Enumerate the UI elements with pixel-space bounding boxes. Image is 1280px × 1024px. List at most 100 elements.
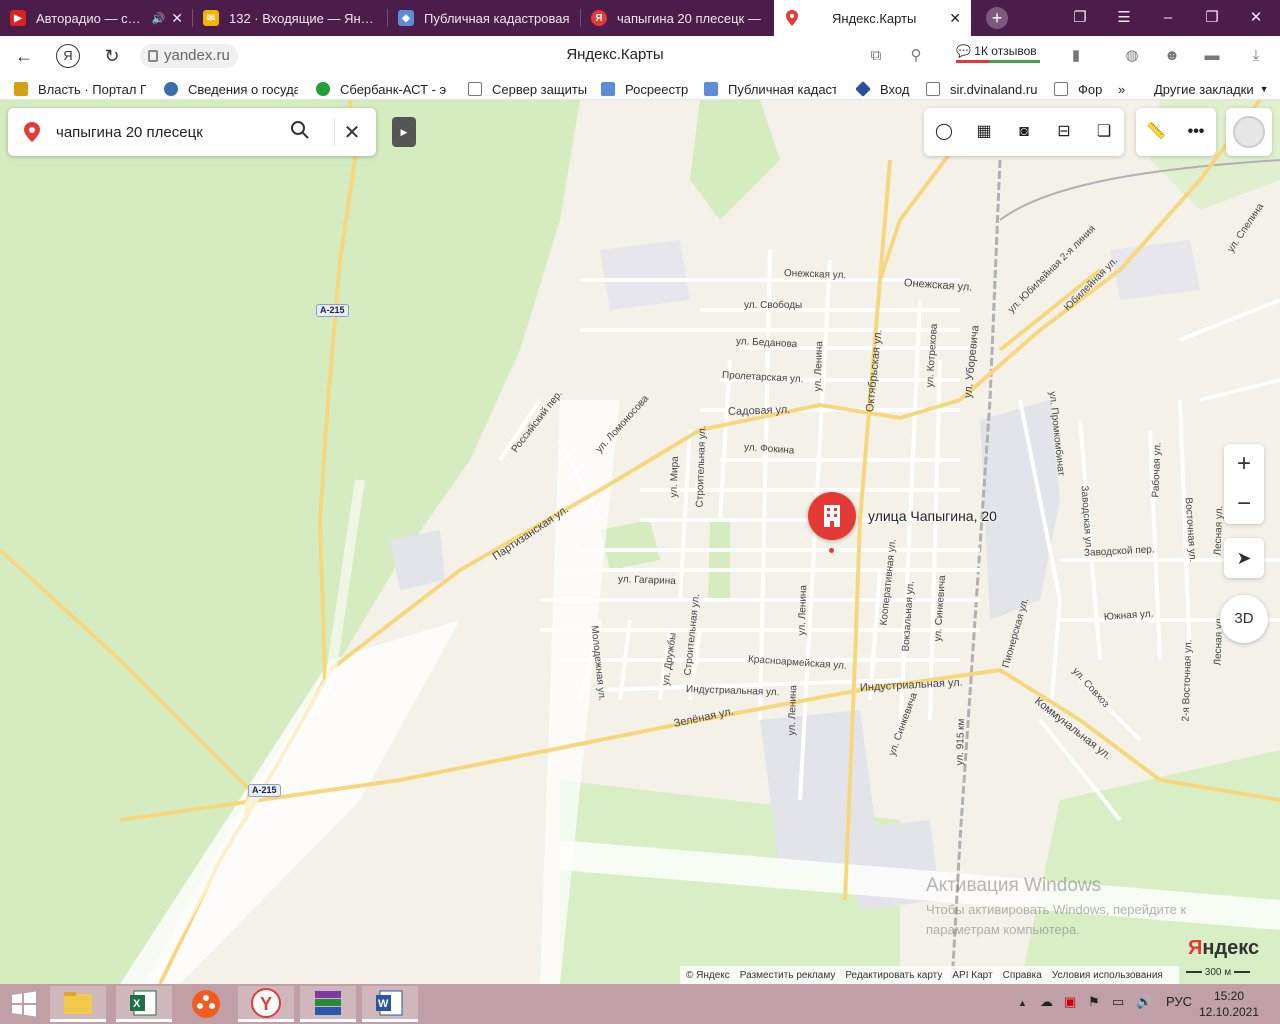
tab-yandex-search[interactable]: Я чапыгина 20 плесецк —	[581, 0, 774, 36]
mail-icon: ✉	[203, 10, 219, 26]
bookmark-item[interactable]: Сбербанк-АСТ - э	[316, 80, 450, 98]
language-indicator[interactable]: РУС	[1166, 994, 1192, 1009]
bookmark-item[interactable]: Сервер защиты	[468, 80, 588, 98]
yandex-home-icon[interactable]: Я	[56, 44, 80, 68]
bookmark-item[interactable]: Сведения о госуда	[164, 80, 298, 98]
zoom-out-button[interactable]: −	[1224, 484, 1264, 524]
zoom-in-button[interactable]: +	[1224, 444, 1264, 484]
download-icon[interactable]: ⤓	[1244, 44, 1268, 68]
close-icon[interactable]: ✕	[1234, 0, 1278, 36]
clear-search-close-icon[interactable]: ✕	[339, 120, 365, 146]
camera-icon[interactable]: ◙	[1012, 120, 1036, 144]
other-bookmarks-button[interactable]: Другие закладки ▼	[1154, 80, 1270, 98]
building-block	[1110, 240, 1200, 300]
road-badge: A-215	[248, 784, 281, 797]
zoom-control: + −	[1224, 444, 1264, 524]
forest-area	[708, 520, 730, 600]
tab-close-icon[interactable]: ✕	[171, 10, 183, 27]
vpn-globe-icon[interactable]: ◍	[1120, 44, 1144, 68]
user-avatar-button[interactable]	[1226, 108, 1272, 156]
transport-bus-icon[interactable]: ⊟	[1052, 120, 1076, 144]
rosreestr-icon	[601, 82, 615, 96]
word-icon[interactable]: W	[362, 986, 418, 1022]
marker-address-label[interactable]: улица Чапыгина, 20	[868, 508, 997, 524]
flag-icon[interactable]: ⚑	[1088, 994, 1100, 1010]
media-player-icon[interactable]	[178, 986, 234, 1022]
3d-button[interactable]: 3D	[1220, 595, 1268, 643]
footer-link-terms[interactable]: Условия использования	[1052, 970, 1163, 981]
extension-icon[interactable]: ☻	[1160, 44, 1184, 68]
street-label: ул. Мира	[668, 456, 681, 498]
my-location-arrow-icon[interactable]: ➤	[1224, 538, 1264, 578]
map-tools-toolbar: 📏 •••	[1136, 108, 1216, 156]
more-options-icon[interactable]: •••	[1184, 120, 1208, 144]
excel-icon[interactable]: X	[116, 986, 172, 1022]
ruler-icon[interactable]: 📏	[1144, 120, 1168, 144]
road-badge: A-215	[316, 304, 349, 317]
footer-link-help[interactable]: Справка	[1003, 970, 1042, 981]
search-icon[interactable]	[290, 120, 316, 146]
sidebar-icon[interactable]: ▬	[1200, 44, 1224, 68]
reviews-badge[interactable]: 💬 1К отзывов	[956, 44, 1040, 63]
location-pin-icon[interactable]: ⚲	[904, 44, 928, 68]
panorama-map-icon[interactable]: ▦	[972, 120, 996, 144]
bookmark-item[interactable]: Вход	[856, 80, 912, 98]
yandex-logo[interactable]: Яндекс	[1188, 937, 1259, 960]
map-canvas[interactable]: A-215 A-215 Онежская ул. Онежская ул. ул…	[0, 100, 1280, 984]
tab-collections-icon[interactable]: ⧉	[864, 44, 888, 68]
bookmarks-bar: Власть · Портал Пр Сведения о госуда Сбе…	[0, 76, 1280, 100]
footer-link-edit-map[interactable]: Редактировать карту	[845, 970, 942, 981]
street-label: Рабочая ул.	[1150, 442, 1164, 498]
map-layers-icon[interactable]: ❏	[1092, 120, 1116, 144]
browser-tab-strip: ▶ Авторадио — слуш 🔊 ✕ ✉ 132 · Входящие …	[0, 0, 1280, 36]
scale-line	[1186, 971, 1202, 974]
tab-avtoradio[interactable]: ▶ Авторадио — слуш 🔊 ✕	[0, 0, 193, 36]
street-label: ул. Свободы	[744, 300, 803, 311]
new-tab-button[interactable]: +	[986, 7, 1008, 29]
back-arrow-icon[interactable]: ←	[12, 44, 36, 68]
tab-mail[interactable]: ✉ 132 · Входящие — Яндек	[193, 0, 388, 36]
network-icon[interactable]: ▭	[1112, 994, 1124, 1010]
bookmark-item[interactable]: Фор	[1054, 80, 1104, 98]
scale-line	[1233, 971, 1250, 974]
minimize-icon[interactable]: –	[1146, 0, 1190, 36]
footer-link-advertise[interactable]: Разместить рекламу	[740, 970, 836, 981]
diamond-icon	[856, 81, 871, 97]
bookmark-item[interactable]: sir.dvinaland.ru	[926, 80, 1042, 98]
menu-icon[interactable]: ☰	[1102, 0, 1146, 36]
collapse-panel-button[interactable]: ▶	[392, 117, 416, 147]
gov-icon	[164, 82, 178, 96]
more-bookmarks-chevron-icon[interactable]: »	[1118, 80, 1138, 98]
page-icon	[926, 82, 940, 96]
winrar-icon[interactable]	[300, 986, 356, 1022]
map-search-input[interactable]	[56, 122, 276, 142]
audio-playing-icon[interactable]: 🔊	[152, 12, 166, 25]
tab-cadastre[interactable]: ◆ Публичная кадастровая	[388, 0, 581, 36]
layers-circle-icon[interactable]: ◯	[932, 120, 956, 144]
lock-icon	[148, 50, 158, 62]
tab-yandex-maps[interactable]: Яндекс.Карты ✕	[774, 0, 971, 36]
location-marker[interactable]	[808, 492, 856, 540]
street-label: Онежская ул.	[783, 268, 847, 282]
yandex-browser-icon[interactable]: Y	[238, 986, 294, 1022]
reload-icon[interactable]: ↻	[100, 44, 124, 68]
location-pin-icon	[24, 122, 40, 142]
file-explorer-icon[interactable]	[50, 986, 106, 1022]
security-alert-icon[interactable]: ▣	[1064, 994, 1076, 1010]
map-footer: © Яндекс Разместить рекламу Редактироват…	[680, 966, 1179, 984]
windows-start-icon[interactable]	[0, 986, 48, 1022]
restore-icon[interactable]: ❐	[1190, 0, 1234, 36]
bookmarks-panel-icon[interactable]: ❐	[1058, 0, 1102, 36]
bookmark-icon[interactable]: ▮	[1064, 44, 1088, 68]
bookmark-item[interactable]: Росреестр	[601, 80, 693, 98]
bookmark-item[interactable]: Власть · Портал Пр	[14, 80, 146, 98]
onedrive-icon[interactable]: ☁	[1040, 994, 1053, 1010]
footer-link-api[interactable]: API Карт	[952, 970, 992, 981]
volume-icon[interactable]: 🔊	[1136, 994, 1152, 1010]
taskbar-clock[interactable]: 15:20 12.10.2021	[1196, 988, 1262, 1020]
street-label: ул. Гагарина	[617, 574, 676, 588]
tray-chevron-up-icon[interactable]: ▲	[1018, 998, 1027, 1008]
tab-close-icon[interactable]: ✕	[949, 10, 961, 27]
url-field[interactable]: yandex.ru	[140, 44, 238, 68]
bookmark-item[interactable]: Публичная кадаст	[704, 80, 836, 98]
